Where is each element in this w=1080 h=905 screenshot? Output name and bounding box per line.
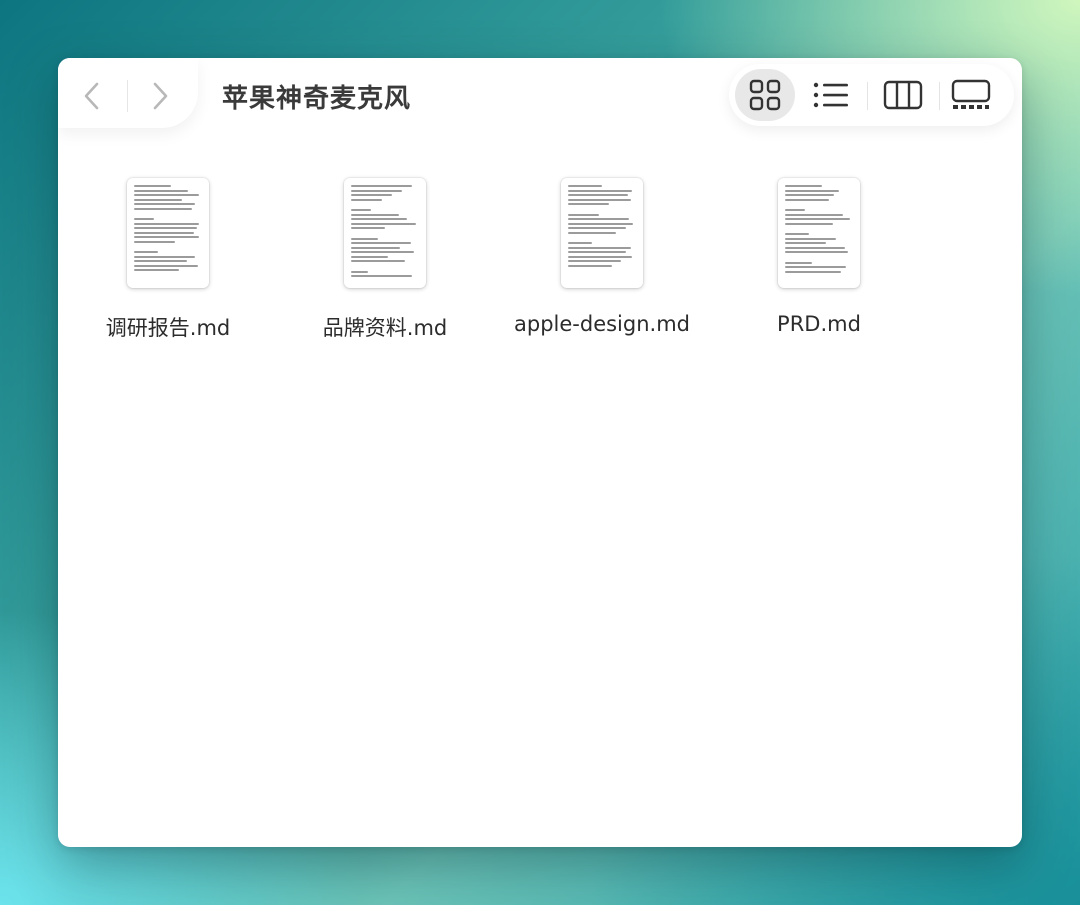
column-view-button[interactable] <box>873 69 933 121</box>
window-title: 苹果神奇麦克风 <box>222 84 412 114</box>
file-item[interactable]: 品牌资料.md <box>285 178 485 342</box>
toolbar: 苹果神奇麦克风 <box>58 58 1022 130</box>
grid-icon <box>749 79 781 111</box>
icon-view-button[interactable] <box>735 69 795 121</box>
markdown-document-icon <box>344 178 426 288</box>
forward-button[interactable] <box>140 76 180 116</box>
file-item[interactable]: 调研报告.md <box>68 178 268 342</box>
chevron-right-icon <box>153 82 168 110</box>
view-divider <box>939 82 940 110</box>
markdown-document-icon <box>778 178 860 288</box>
list-view-button[interactable] <box>801 69 861 121</box>
gallery-icon <box>951 79 991 109</box>
nav-divider <box>127 80 128 112</box>
back-button[interactable] <box>72 76 112 116</box>
file-item[interactable]: apple-design.md <box>502 178 702 336</box>
markdown-document-icon <box>561 178 643 288</box>
file-name: apple-design.md <box>514 312 690 336</box>
view-mode-group <box>729 64 1014 126</box>
gallery-view-button[interactable] <box>941 69 1001 121</box>
columns-icon <box>883 80 923 110</box>
chevron-left-icon <box>84 82 99 110</box>
file-name: PRD.md <box>777 312 861 336</box>
navigation-group <box>58 58 198 128</box>
file-item[interactable]: PRD.md <box>719 178 919 336</box>
view-divider <box>867 82 868 110</box>
file-name: 调研报告.md <box>105 316 231 340</box>
file-name: 品牌资料.md <box>322 316 448 340</box>
markdown-document-icon <box>127 178 209 288</box>
list-icon <box>813 82 848 108</box>
finder-window: 苹果神奇麦克风 调研报告.md 品牌资料.md apple-design.md … <box>58 58 1022 847</box>
